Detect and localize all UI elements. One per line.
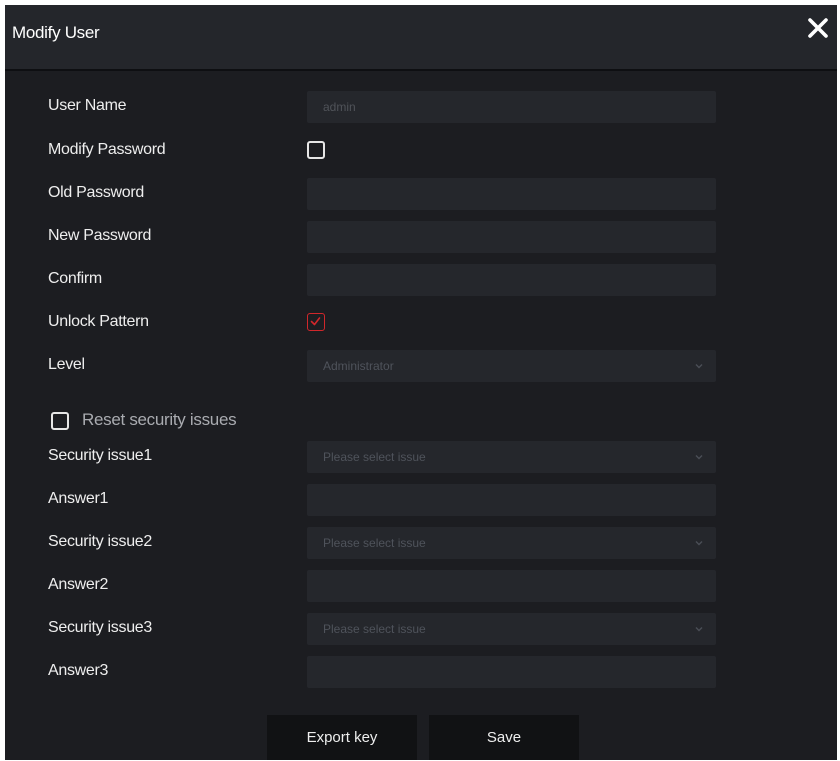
answer-2-field[interactable] [307,570,716,602]
answer-3-label: Answer3 [48,662,109,679]
modify-user-dialog: Modify User User Name admin Modify Passw… [5,5,837,760]
new-password-label: New Password [48,227,152,244]
new-password-field[interactable] [307,221,716,253]
unlock-pattern-row: Unlock Pattern [5,307,837,339]
old-password-label: Old Password [48,184,144,201]
chevron-down-icon [695,541,703,546]
level-label: Level [48,356,85,373]
answer-1-field[interactable] [307,484,716,516]
level-selected-value: Administrator [323,359,394,373]
unlock-pattern-checkbox[interactable] [307,313,325,331]
answer-1-row: Answer1 [5,484,837,516]
user-name-label: User Name [48,97,127,114]
chevron-down-icon [695,627,703,632]
security-issue-3-select[interactable]: Please select issue [307,613,716,645]
level-select[interactable]: Administrator [307,350,716,382]
level-row: Level Administrator [5,350,837,382]
security-issue-1-row: Security issue1 Please select issue [5,441,837,473]
close-icon[interactable] [807,17,829,39]
reset-security-label: Reset security issues [82,410,237,429]
checkmark-icon [310,317,321,326]
old-password-field[interactable] [307,178,716,210]
security-issue-3-label: Security issue3 [48,619,152,636]
modify-password-label: Modify Password [48,141,166,158]
answer-1-label: Answer1 [48,490,109,507]
user-name-row: User Name admin [5,91,837,123]
answer-3-row: Answer3 [5,656,837,688]
modify-password-checkbox[interactable] [307,141,325,159]
export-key-button[interactable]: Export key [267,715,417,760]
user-name-value: admin [323,100,356,114]
chevron-down-icon [695,455,703,460]
dialog-titlebar: Modify User [5,5,837,71]
security-issue-2-label: Security issue2 [48,533,152,550]
dialog-title: Modify User [12,23,100,42]
security-issue-1-select[interactable]: Please select issue [307,441,716,473]
reset-security-checkbox[interactable] [51,412,69,430]
new-password-row: New Password [5,221,837,253]
security-issue-2-row: Security issue2 Please select issue [5,527,837,559]
answer-3-field[interactable] [307,656,716,688]
security-issue-3-placeholder: Please select issue [323,622,426,636]
security-issue-1-label: Security issue1 [48,447,152,464]
answer-2-row: Answer2 [5,570,837,602]
unlock-pattern-label: Unlock Pattern [48,313,149,330]
security-issue-2-select[interactable]: Please select issue [307,527,716,559]
confirm-password-label: Confirm [48,270,102,287]
user-name-field: admin [307,91,716,123]
chevron-down-icon [695,364,703,369]
security-issue-1-placeholder: Please select issue [323,450,426,464]
modify-password-row: Modify Password [5,135,837,167]
old-password-row: Old Password [5,178,837,210]
security-issue-2-placeholder: Please select issue [323,536,426,550]
answer-2-label: Answer2 [48,576,109,593]
confirm-password-row: Confirm [5,264,837,296]
confirm-password-field[interactable] [307,264,716,296]
save-button[interactable]: Save [429,715,579,760]
security-issue-3-row: Security issue3 Please select issue [5,613,837,645]
